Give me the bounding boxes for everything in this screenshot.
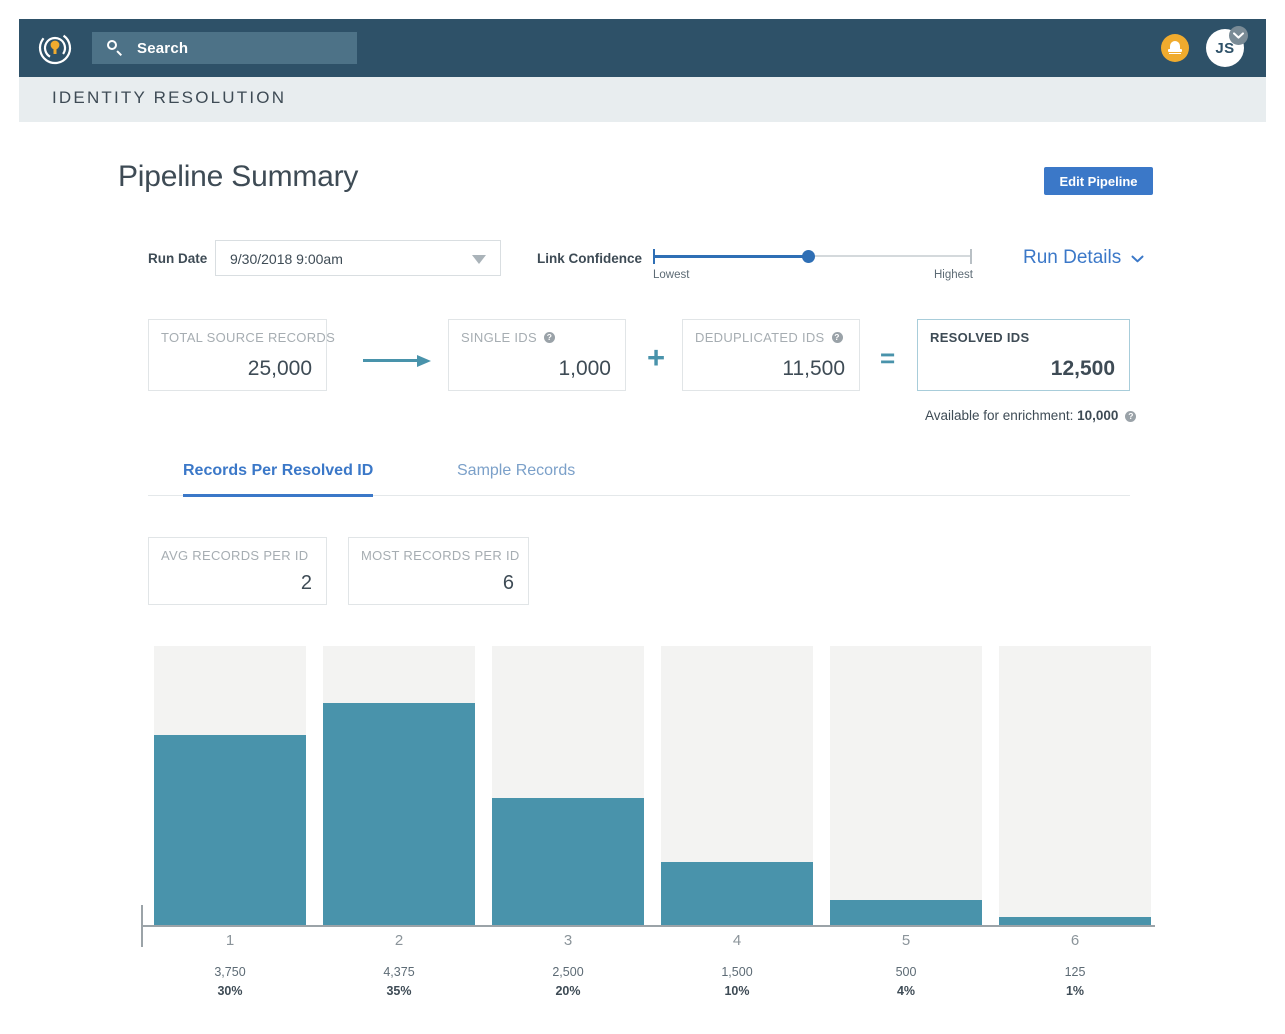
bar-value-label: 4,375 <box>383 965 415 979</box>
metric-card-deduplicated-ids: DEDUPLICATED IDS ? 11,500 <box>682 319 860 391</box>
tab-records-per-resolved-id[interactable]: Records Per Resolved ID <box>183 462 374 497</box>
link-confidence-slider[interactable] <box>653 247 972 267</box>
metric-value: 6 <box>502 572 514 594</box>
metric-card-single-ids: SINGLE IDS ? 1,000 <box>448 319 626 391</box>
bar-background-track <box>999 646 1151 925</box>
search-input[interactable]: Search <box>92 32 357 64</box>
metric-card-most-records-per-id: MOST RECORDS PER ID 6 <box>348 537 529 605</box>
metric-card-avg-records-per-id: AVG RECORDS PER ID 2 <box>148 537 327 605</box>
bar-fill[interactable] <box>323 703 475 925</box>
metric-label: TOTAL SOURCE RECORDS <box>161 330 335 345</box>
chart-x-axis <box>141 925 1155 927</box>
bar-column[interactable] <box>492 640 644 925</box>
run-details-label: Run Details <box>1023 247 1122 268</box>
chart-axis-tick <box>141 905 143 947</box>
run-date-label: Run Date <box>148 251 208 266</box>
bar-x-label: 1 <box>225 932 235 949</box>
search-placeholder: Search <box>137 39 189 57</box>
bar-fill[interactable] <box>492 798 644 925</box>
operator-plus: + <box>647 340 666 375</box>
available-for-enrichment: Available for enrichment: 10,000? <box>925 408 1137 423</box>
metric-label: AVG RECORDS PER ID <box>161 548 308 563</box>
bar-fill[interactable] <box>154 735 306 925</box>
slider-fill <box>653 255 809 258</box>
section-band: IDENTITY RESOLUTION <box>19 77 1266 122</box>
bar-x-label: 5 <box>901 932 911 949</box>
metric-label-text: DEDUPLICATED IDS <box>695 330 825 345</box>
bar-column[interactable] <box>830 640 982 925</box>
slider-cap-left <box>653 249 655 264</box>
bar-column[interactable] <box>154 640 306 925</box>
bar-column[interactable] <box>661 640 813 925</box>
tab-bar: Records Per Resolved ID Sample Records <box>148 462 1130 497</box>
notifications-bell-icon[interactable] <box>1161 34 1189 62</box>
edit-pipeline-button[interactable]: Edit Pipeline <box>1044 167 1153 195</box>
run-date-value: 9/30/2018 9:00am <box>230 251 343 267</box>
link-confidence-label: Link Confidence <box>537 251 643 266</box>
page-title: Pipeline Summary <box>118 160 359 193</box>
records-per-resolved-id-bar-chart: 1 3,750 30% 2 4,375 35% 3 2,500 20% 4 1,500 10% 5 500… <box>141 640 1161 1000</box>
user-avatar-group[interactable]: JS <box>1206 26 1248 67</box>
bar-fill[interactable] <box>830 900 982 925</box>
identity-logo-icon[interactable] <box>36 29 74 67</box>
bar-percent-label: 10% <box>724 984 750 998</box>
chevron-down-icon <box>1131 247 1144 269</box>
bar-value-label: 2,500 <box>552 965 584 979</box>
metric-label-text: AVG RECORDS PER ID <box>161 548 309 563</box>
bar-fill[interactable] <box>661 862 813 925</box>
bar-column[interactable] <box>999 640 1151 925</box>
bar-value-label: 3,750 <box>214 965 246 979</box>
metric-label: MOST RECORDS PER ID <box>361 548 520 563</box>
arrow-right-icon <box>363 355 431 367</box>
search-icon <box>107 39 124 57</box>
help-icon[interactable]: ? <box>543 332 555 343</box>
metric-value: 1,000 <box>558 357 611 380</box>
bar-fill[interactable] <box>999 917 1151 925</box>
metric-label: RESOLVED IDS <box>930 330 1029 345</box>
bar-percent-label: 1% <box>1065 984 1085 998</box>
section-title: IDENTITY RESOLUTION <box>52 88 287 107</box>
enrichment-prefix: Available for enrichment: <box>925 408 1078 423</box>
slider-thumb[interactable] <box>801 250 815 263</box>
metric-value: 2 <box>300 572 312 594</box>
chevron-down-icon[interactable] <box>1229 26 1248 45</box>
slider-cap-right <box>970 249 972 264</box>
run-date-select[interactable]: 9/30/2018 9:00am <box>215 240 501 276</box>
slider-max-label: Highest <box>934 269 973 281</box>
bar-x-label: 2 <box>394 932 404 949</box>
bar-value-label: 125 <box>1064 965 1086 979</box>
bar-percent-label: 4% <box>896 984 916 998</box>
help-icon[interactable]: ? <box>831 332 843 343</box>
help-icon[interactable]: ? <box>1125 410 1137 422</box>
bar-percent-label: 20% <box>555 984 581 998</box>
enrichment-value: 10,000 <box>1077 408 1119 423</box>
operator-equals: = <box>880 343 896 373</box>
bar-percent-label: 35% <box>386 984 412 998</box>
metric-value: 11,500 <box>782 357 845 380</box>
metric-card-total-source-records: TOTAL SOURCE RECORDS 25,000 <box>148 319 335 391</box>
bar-column[interactable] <box>323 640 475 925</box>
metric-label: DEDUPLICATED IDS ? <box>695 330 843 345</box>
bar-value-label: 1,500 <box>721 965 753 979</box>
topbar-right-group: JS <box>1161 26 1248 67</box>
bar-x-label: 3 <box>563 932 573 949</box>
metric-label-text: MOST RECORDS PER ID <box>361 548 520 563</box>
top-navigation-bar: Search JS <box>19 19 1266 77</box>
tab-sample-records[interactable]: Sample Records <box>457 462 575 494</box>
metric-card-resolved-ids: RESOLVED IDS 12,500 <box>917 319 1130 391</box>
bar-x-label: 4 <box>732 932 742 949</box>
metric-value: 25,000 <box>247 357 312 380</box>
bar-x-label: 6 <box>1070 932 1080 949</box>
metric-label: SINGLE IDS ? <box>461 330 555 345</box>
run-details-toggle[interactable]: Run Details <box>1023 247 1144 269</box>
metric-label-text: RESOLVED IDS <box>930 330 1030 345</box>
metric-value: 12,500 <box>1050 357 1115 380</box>
slider-min-label: Lowest <box>653 269 690 281</box>
caret-down-icon <box>472 255 486 264</box>
metric-label-text: SINGLE IDS <box>461 330 537 345</box>
bar-percent-label: 30% <box>217 984 243 998</box>
bar-background-track <box>830 646 982 925</box>
bar-value-label: 500 <box>895 965 917 979</box>
metric-label-text: TOTAL SOURCE RECORDS <box>161 330 336 345</box>
